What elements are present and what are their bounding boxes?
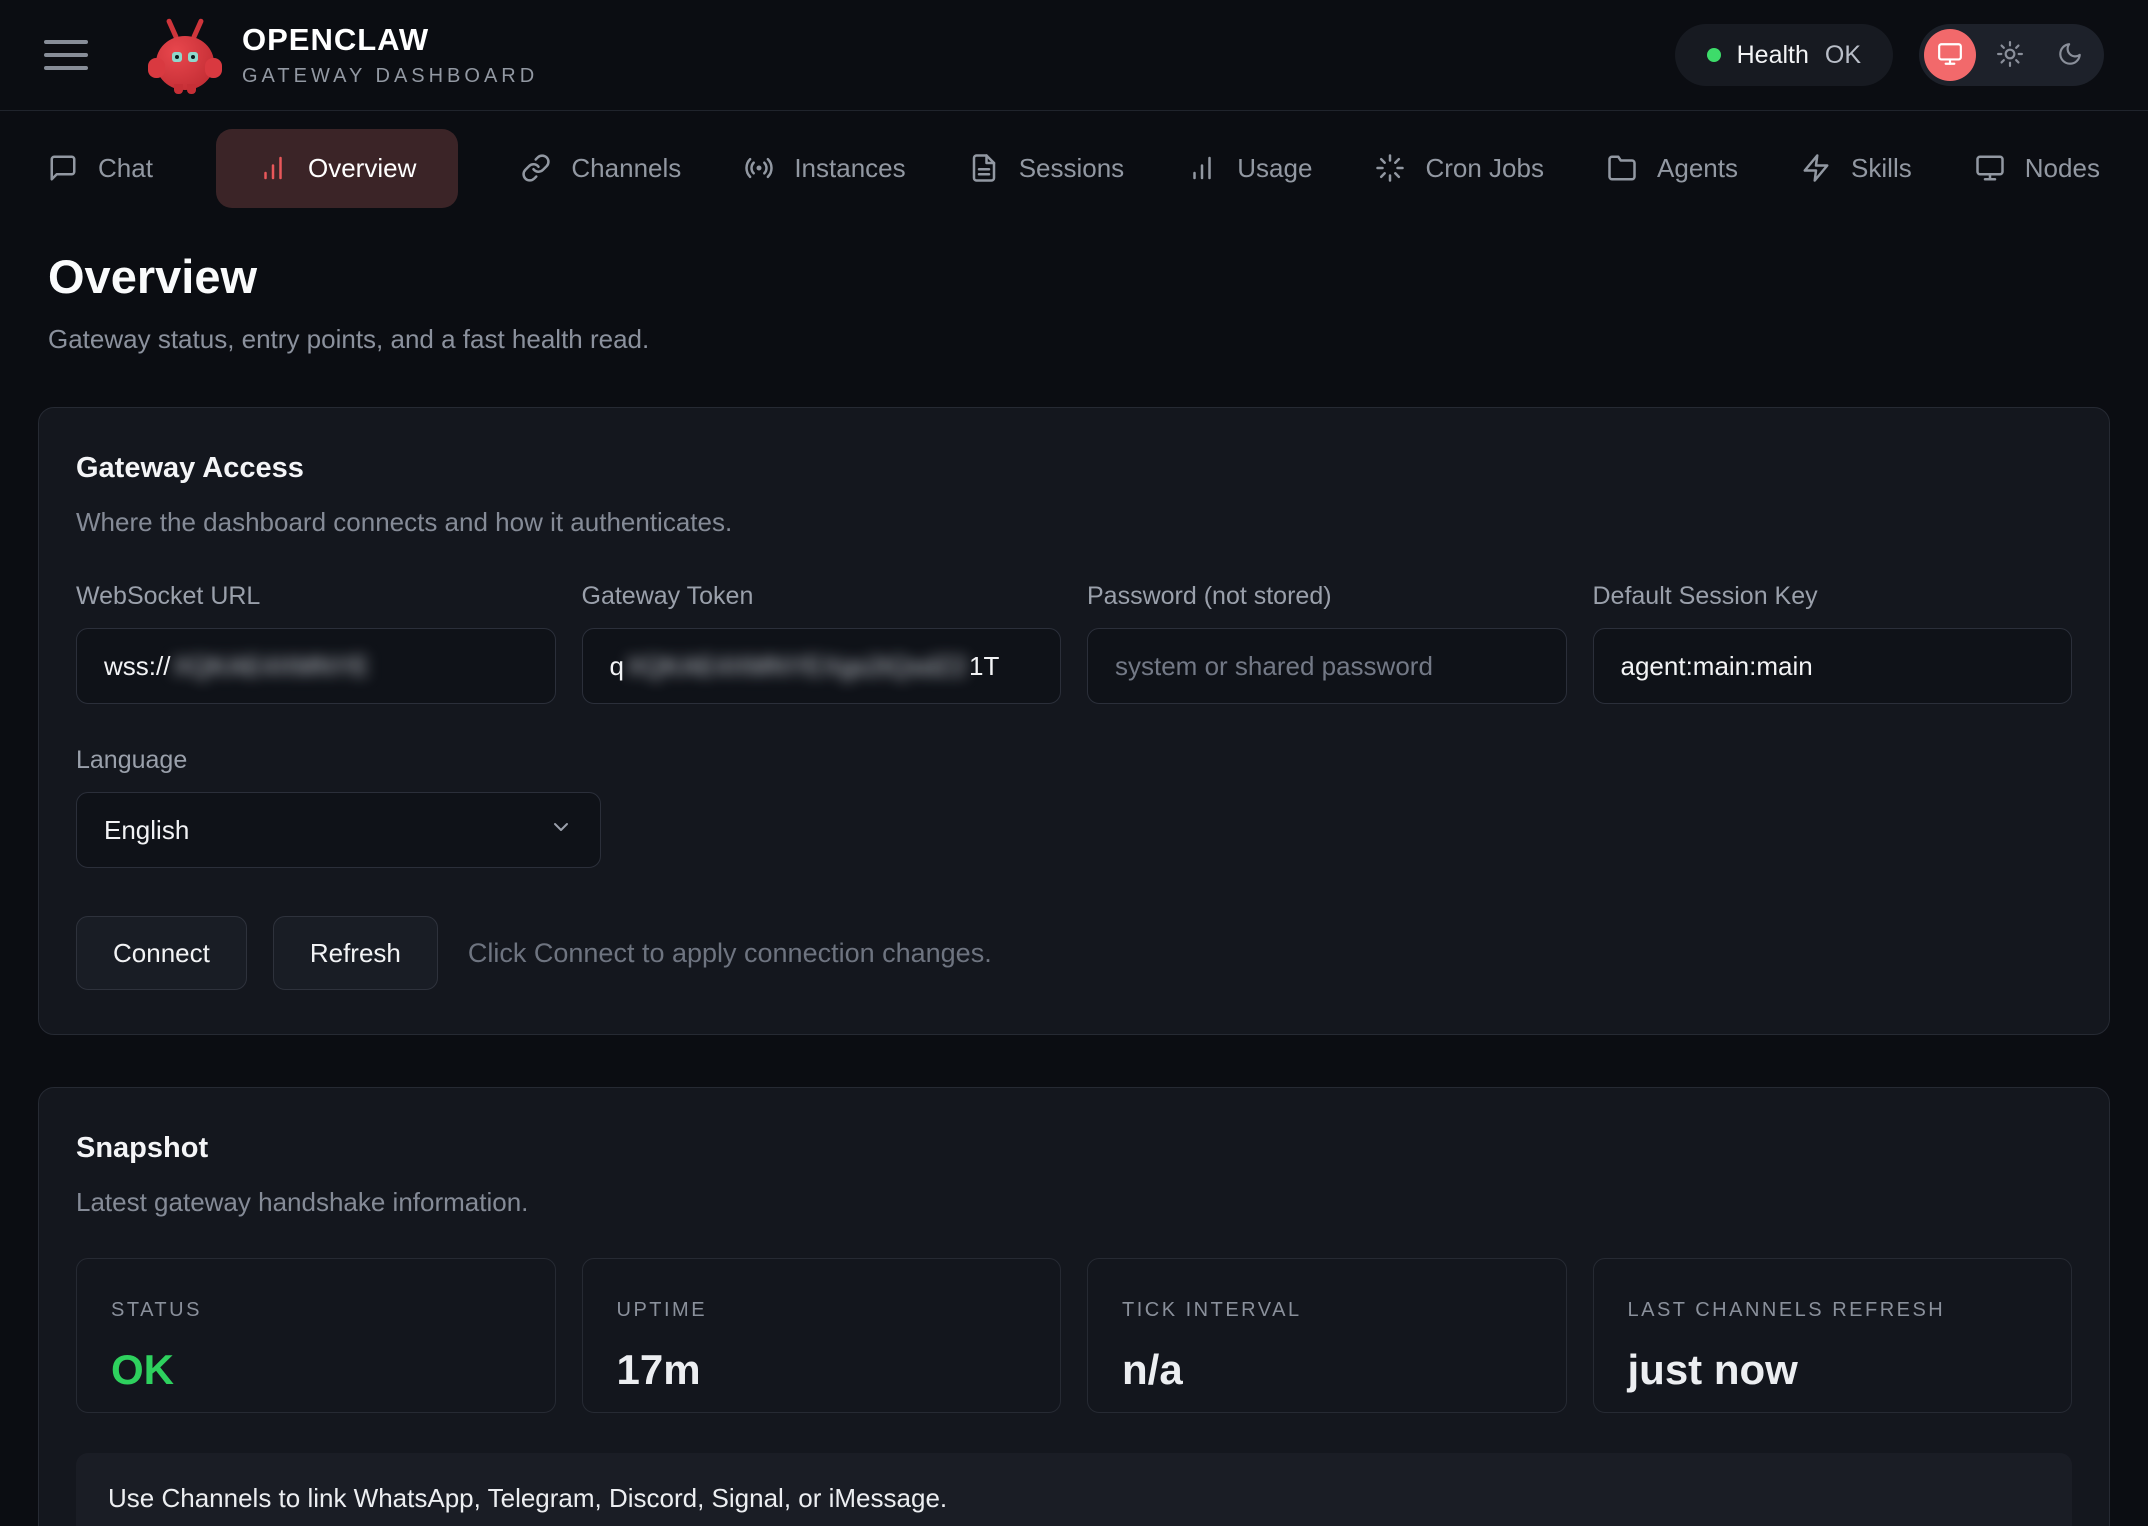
- zap-icon: [1801, 153, 1831, 183]
- password-label: Password (not stored): [1087, 582, 1567, 611]
- tab-nodes[interactable]: Nodes: [1975, 129, 2100, 208]
- gateway-token-prefix: q: [610, 651, 624, 682]
- stat-tile: TICK INTERVAL n/a: [1087, 1258, 1567, 1413]
- stat-label: TICK INTERVAL: [1122, 1299, 1532, 1322]
- page-subtitle: Gateway status, entry points, and a fast…: [48, 324, 2100, 355]
- gateway-token-suffix: 1T: [969, 651, 999, 682]
- language-select[interactable]: English: [76, 792, 601, 868]
- password-placeholder: system or shared password: [1115, 651, 1433, 682]
- tab-label: Agents: [1657, 153, 1738, 184]
- websocket-url-prefix: wss://: [104, 651, 170, 682]
- gateway-token-field-group: Gateway Token qXQKAE4XMNYEXgs2tQsdZ21T: [582, 582, 1062, 704]
- moon-icon: [2057, 41, 2083, 70]
- connect-button[interactable]: Connect: [76, 916, 247, 990]
- tab-label: Usage: [1237, 153, 1312, 184]
- websocket-url-redacted: XQKAE4XMNYE: [172, 651, 369, 682]
- gateway-access-card: Gateway Access Where the dashboard conne…: [38, 407, 2110, 1035]
- tab-chat[interactable]: Chat: [48, 129, 153, 208]
- session-key-value: agent:main:main: [1621, 651, 1813, 682]
- stat-tile: UPTIME 17m: [582, 1258, 1062, 1413]
- stat-label: STATUS: [111, 1299, 521, 1322]
- connect-helper-text: Click Connect to apply connection change…: [468, 938, 992, 969]
- language-value: English: [104, 815, 189, 846]
- chat-icon: [48, 153, 78, 183]
- gateway-token-redacted: XQKAE4XMNYEXgs2tQsdZ2: [626, 651, 967, 682]
- tab-label: Chat: [98, 153, 153, 184]
- websocket-url-label: WebSocket URL: [76, 582, 556, 611]
- tab-label: Overview: [308, 153, 416, 184]
- tab-skills[interactable]: Skills: [1801, 129, 1912, 208]
- broadcast-icon: [744, 153, 774, 183]
- file-text-icon: [969, 153, 999, 183]
- main-content: Overview Gateway status, entry points, a…: [0, 225, 2148, 1526]
- sun-icon: [1997, 41, 2023, 70]
- monitor-icon: [1975, 153, 2005, 183]
- language-label: Language: [76, 746, 2072, 775]
- tab-cron-jobs[interactable]: Cron Jobs: [1375, 129, 1544, 208]
- gateway-access-title: Gateway Access: [76, 452, 2072, 485]
- bar-chart-icon: [1187, 153, 1217, 183]
- tab-label: Nodes: [2025, 153, 2100, 184]
- brand-subtitle: GATEWAY DASHBOARD: [242, 65, 538, 88]
- session-key-input[interactable]: agent:main:main: [1593, 628, 2073, 704]
- tab-label: Instances: [794, 153, 905, 184]
- tab-label: Cron Jobs: [1425, 153, 1544, 184]
- refresh-button[interactable]: Refresh: [273, 916, 438, 990]
- password-field-group: Password (not stored) system or shared p…: [1087, 582, 1567, 704]
- stat-tile: LAST CHANNELS REFRESH just now: [1593, 1258, 2073, 1413]
- health-dot-icon: [1707, 48, 1721, 62]
- health-status-badge[interactable]: Health OK: [1675, 24, 1893, 86]
- stat-tile: STATUS OK: [76, 1258, 556, 1413]
- openclaw-logo: [150, 16, 220, 94]
- brand-name: OPENCLAW: [242, 22, 538, 58]
- tab-overview[interactable]: Overview: [216, 129, 458, 208]
- snapshot-card: Snapshot Latest gateway handshake inform…: [38, 1087, 2110, 1526]
- session-key-field-group: Default Session Key agent:main:main: [1593, 582, 2073, 704]
- tab-label: Skills: [1851, 153, 1912, 184]
- gateway-access-description: Where the dashboard connects and how it …: [76, 507, 2072, 538]
- websocket-url-field-group: WebSocket URL wss://XQKAE4XMNYE: [76, 582, 556, 704]
- gateway-token-input[interactable]: qXQKAE4XMNYEXgs2tQsdZ21T: [582, 628, 1062, 704]
- tab-label: Channels: [571, 153, 681, 184]
- top-bar: OPENCLAW GATEWAY DASHBOARD Health OK: [0, 0, 2148, 111]
- monitor-icon: [1937, 41, 1963, 70]
- light-theme-button[interactable]: [1984, 29, 2036, 81]
- loader-icon: [1375, 153, 1405, 183]
- health-value: OK: [1825, 41, 1861, 70]
- dark-theme-button[interactable]: [2044, 29, 2096, 81]
- stat-label: UPTIME: [617, 1299, 1027, 1322]
- bar-chart-icon: [258, 153, 288, 183]
- tab-agents[interactable]: Agents: [1607, 129, 1738, 208]
- health-label: Health: [1737, 41, 1809, 70]
- stat-value: OK: [111, 1346, 521, 1394]
- password-input[interactable]: system or shared password: [1087, 628, 1567, 704]
- system-theme-button[interactable]: [1924, 29, 1976, 81]
- link-icon: [521, 153, 551, 183]
- snapshot-stats: STATUS OK UPTIME 17m TICK INTERVAL n/a LAST CH…: [76, 1258, 2072, 1413]
- snapshot-description: Latest gateway handshake information.: [76, 1187, 2072, 1218]
- channels-note: Use Channels to link WhatsApp, Telegram,…: [76, 1453, 2072, 1526]
- theme-toggle: [1919, 24, 2104, 86]
- tab-sessions[interactable]: Sessions: [969, 129, 1125, 208]
- primary-nav: Chat Overview Channels Instances Sessions Usa…: [0, 111, 2148, 225]
- websocket-url-input[interactable]: wss://XQKAE4XMNYE: [76, 628, 556, 704]
- tab-instances[interactable]: Instances: [744, 129, 905, 208]
- session-key-label: Default Session Key: [1593, 582, 2073, 611]
- stat-value: n/a: [1122, 1346, 1532, 1394]
- gateway-token-label: Gateway Token: [582, 582, 1062, 611]
- stat-value: 17m: [617, 1346, 1027, 1394]
- hamburger-menu-icon[interactable]: [44, 32, 90, 78]
- page-title: Overview: [48, 249, 2100, 304]
- brand-block: OPENCLAW GATEWAY DASHBOARD: [242, 22, 538, 88]
- stat-value: just now: [1628, 1346, 2038, 1394]
- snapshot-title: Snapshot: [76, 1132, 2072, 1165]
- folder-icon: [1607, 153, 1637, 183]
- tab-channels[interactable]: Channels: [521, 129, 681, 208]
- chevron-down-icon: [549, 815, 573, 846]
- stat-label: LAST CHANNELS REFRESH: [1628, 1299, 2038, 1322]
- tab-usage[interactable]: Usage: [1187, 129, 1312, 208]
- tab-label: Sessions: [1019, 153, 1125, 184]
